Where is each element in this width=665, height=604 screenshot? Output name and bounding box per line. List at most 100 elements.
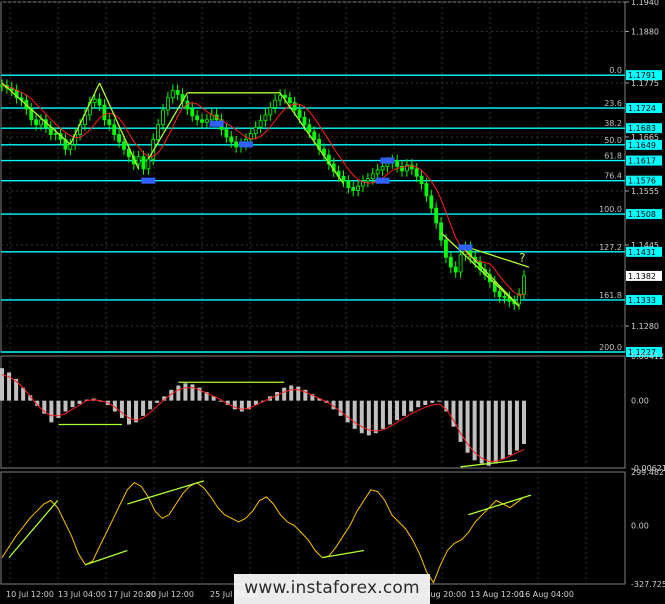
price-candle bbox=[258, 120, 263, 128]
macd-bar bbox=[0, 368, 4, 401]
price-candle bbox=[263, 114, 268, 122]
x-tick-label: Aug 20:00 bbox=[425, 590, 466, 599]
macd-bar bbox=[395, 400, 400, 421]
macd-bar bbox=[430, 400, 435, 403]
macd-bar bbox=[70, 400, 75, 408]
fib-level-label: 76.4 bbox=[604, 172, 622, 181]
fib-level-label: 23.6 bbox=[604, 99, 622, 108]
x-tick-label: 10 Jul 12:00 bbox=[6, 590, 54, 599]
price-candle bbox=[414, 168, 419, 177]
price-candle bbox=[170, 89, 175, 99]
macd-bar bbox=[416, 400, 421, 408]
macd-bar bbox=[239, 400, 244, 412]
watermark-text: www.instaforex.com bbox=[244, 578, 420, 598]
macd-bar bbox=[119, 400, 124, 419]
macd-bar bbox=[155, 400, 160, 403]
macd-bar bbox=[380, 400, 385, 429]
macd-bar bbox=[345, 400, 350, 423]
price-candle bbox=[439, 222, 443, 241]
macd-bar bbox=[409, 400, 414, 412]
level-price-label: 1.1576 bbox=[628, 177, 656, 186]
trend-line bbox=[98, 82, 140, 170]
price-candle bbox=[141, 156, 146, 170]
price-tick-label: 1.1280 bbox=[631, 322, 659, 331]
price-candle bbox=[278, 94, 282, 101]
macd-bar bbox=[493, 400, 498, 464]
trend-line bbox=[440, 232, 520, 307]
zone-marker bbox=[375, 177, 390, 184]
macd-bar bbox=[387, 400, 392, 425]
macd-bar bbox=[148, 400, 153, 410]
x-tick-label: 20 Jul 12:00 bbox=[146, 590, 194, 599]
fib-level-label: 38.2 bbox=[604, 119, 622, 128]
macd-bar bbox=[423, 400, 428, 406]
price-candle bbox=[434, 207, 439, 224]
macd-bar bbox=[289, 385, 294, 401]
price-candle bbox=[444, 239, 448, 258]
cci-panel bbox=[1, 480, 532, 584]
cci-trend-line bbox=[127, 480, 205, 505]
price-candle bbox=[302, 116, 307, 126]
zone-marker bbox=[238, 141, 253, 148]
macd-bar bbox=[479, 400, 484, 464]
level-price-label: 1.1791 bbox=[628, 71, 656, 80]
macd-tick-label: 0.00412 bbox=[631, 352, 664, 361]
price-candle bbox=[34, 119, 39, 126]
price-candle bbox=[297, 109, 302, 118]
cci-trend-line bbox=[8, 500, 59, 559]
price-candle bbox=[429, 195, 434, 209]
panel-border bbox=[0, 471, 626, 585]
macd-bar bbox=[500, 400, 505, 460]
price-candle bbox=[190, 108, 195, 117]
zone-marker bbox=[141, 177, 156, 184]
price-candle bbox=[419, 175, 424, 185]
price-candle bbox=[380, 166, 385, 171]
macd-bar bbox=[373, 400, 378, 434]
fib-level-label: 0.0 bbox=[609, 66, 622, 75]
price-candle bbox=[229, 136, 234, 143]
macd-bar bbox=[507, 400, 512, 455]
level-price-label: 1.1508 bbox=[628, 210, 656, 219]
level-price-label: 1.1724 bbox=[628, 104, 656, 113]
x-tick-label: 16 Aug 04:00 bbox=[520, 590, 574, 599]
price-moving-average bbox=[1, 85, 525, 296]
price-candle bbox=[68, 143, 73, 150]
price-candle bbox=[156, 124, 161, 140]
fib-level-label: 61.8 bbox=[604, 152, 622, 161]
macd-bar bbox=[176, 385, 181, 401]
macd-bar bbox=[282, 387, 287, 401]
cci-tick-label: 0.00 bbox=[631, 521, 649, 530]
price-candle bbox=[136, 156, 141, 165]
price-candle bbox=[102, 104, 107, 121]
cci-trend-line bbox=[468, 494, 532, 516]
price-candle bbox=[273, 99, 278, 108]
price-candle bbox=[224, 129, 229, 138]
macd-bar bbox=[338, 400, 343, 416]
price-candle bbox=[146, 158, 151, 170]
price-candle bbox=[122, 141, 126, 150]
fib-level-label: 100.0 bbox=[599, 205, 622, 214]
level-price-label: 1.1649 bbox=[628, 141, 656, 150]
price-candle bbox=[351, 187, 356, 191]
macd-bar bbox=[486, 400, 491, 466]
level-price-label: 1.1431 bbox=[628, 248, 656, 257]
x-tick-label: 13 Jul 04:00 bbox=[58, 590, 106, 599]
price-candle bbox=[200, 119, 204, 123]
price-candle bbox=[175, 89, 180, 95]
price-candle bbox=[448, 256, 453, 268]
macd-bar bbox=[437, 400, 442, 402]
price-tick-label: 1.1940 bbox=[631, 0, 659, 7]
price-candle bbox=[195, 115, 200, 121]
fib-level-label: 161.8 bbox=[599, 291, 622, 300]
macd-bar bbox=[402, 400, 407, 416]
macd-bar bbox=[126, 400, 131, 425]
zone-marker bbox=[458, 244, 473, 251]
price-candle bbox=[161, 109, 165, 126]
price-candle bbox=[312, 131, 317, 140]
fib-level-label: 50.0 bbox=[604, 136, 622, 145]
macd-bar bbox=[77, 400, 82, 404]
panel-border bbox=[0, 355, 626, 469]
cci-tick-label: 299.482 bbox=[631, 468, 664, 477]
price-candle bbox=[365, 178, 370, 182]
x-tick-label: 13 Aug 12:00 bbox=[470, 590, 524, 599]
